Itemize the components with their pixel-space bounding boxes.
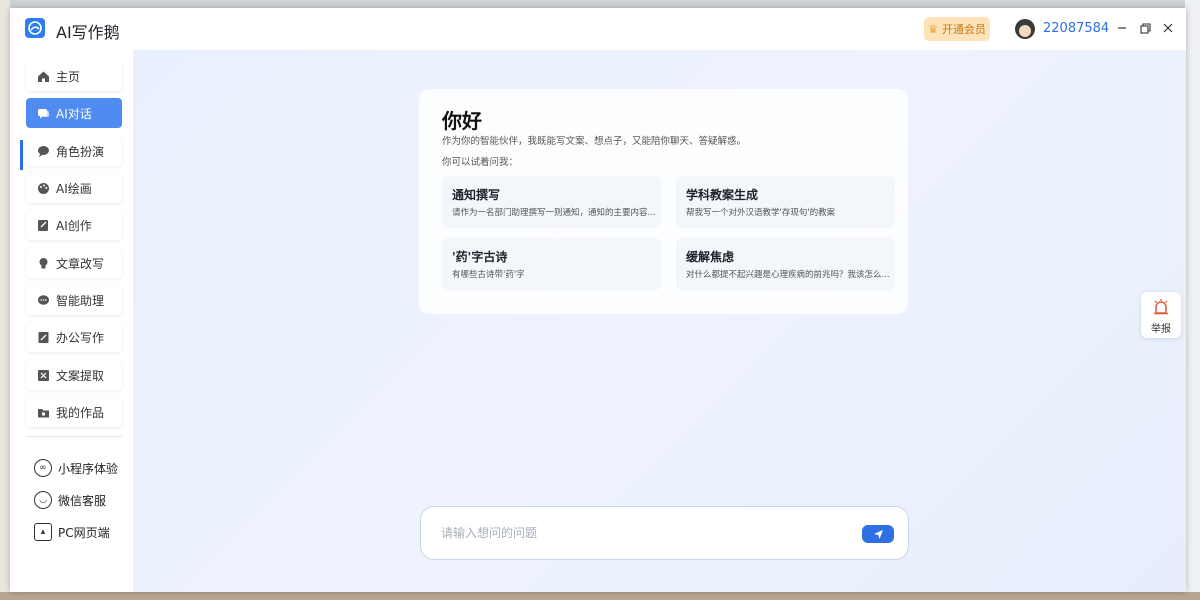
sidebar-item-office-writing[interactable]: 办公写作 [26,322,122,352]
suggestion-card[interactable]: 缓解焦虑 对什么都提不起兴趣是心理疾病的前兆吗？我该怎么... [676,238,895,290]
sidebar-item-assistant[interactable]: 智能助理 [26,285,122,315]
send-icon [873,529,883,539]
sidebar-item-home[interactable]: 主页 [26,61,122,91]
intro-text: 作为你的智能伙伴，我既能写文案、想点子，又能陪你聊天、答疑解惑。 [442,136,747,147]
sidebar-item-roleplay[interactable]: 角色扮演 [26,136,122,166]
sidebar-item-ai-painting[interactable]: AI绘画 [26,173,122,203]
user-id[interactable]: 22087584 [1043,21,1109,36]
app-window: AI写作鹅 ♛ 开通会员 22087584 主页 AI对话 角色扮演 AI绘画 … [10,8,1186,592]
app-logo-icon [25,18,45,38]
suggestion-desc: 对什么都提不起兴趣是心理疾病的前兆吗？我该怎么... [686,270,890,280]
suggestion-desc: 帮我写一个对外汉语教学'存现句'的教案 [686,208,836,218]
document-icon [36,330,50,344]
welcome-card: 你好 作为你的智能伙伴，我既能写文案、想点子，又能陪你聊天、答疑解惑。 你可以试… [419,89,908,314]
customer-service-icon: ◡ [34,491,52,509]
palette-icon [36,181,50,195]
chat-input-box [420,506,909,560]
alarm-icon [1154,299,1168,315]
minimize-icon[interactable] [1112,18,1132,38]
edit-icon [36,218,50,232]
desktop-background-left [0,0,10,600]
sidebar-item-copy-extract[interactable]: 文案提取 [26,360,122,390]
title-bar: AI写作鹅 ♛ 开通会员 22087584 [10,8,1186,50]
sidebar-item-label: AI对话 [56,106,92,121]
suggestion-card[interactable]: '药'字古诗 有哪些古诗带'药'字 [442,238,661,290]
chat-icon [36,106,50,120]
assistant-icon [36,293,50,307]
suggestion-desc: 请作为一名部门助理撰写一则通知，通知的主要内容... [452,208,656,218]
sidebar-extra-pc-web[interactable]: ▴ PC网页端 [34,521,110,543]
sidebar-item-ai-chat[interactable]: AI对话 [26,98,122,128]
active-indicator [20,140,23,170]
sidebar-divider [26,436,122,437]
extract-icon [36,368,50,382]
suggestion-desc: 有哪些古诗带'药'字 [452,270,525,280]
miniprogram-icon: ∞ [34,459,52,477]
crown-icon: ♛ [928,22,938,36]
desktop-background-bottom [0,592,1200,600]
desktop-background-right [1185,0,1200,600]
sidebar-item-label: 我的作品 [56,405,105,420]
speech-icon [36,144,50,158]
sidebar-item-label: AI创作 [56,218,92,233]
sidebar-extra-miniprogram[interactable]: ∞ 小程序体验 [34,457,118,479]
chat-main-area: 你好 作为你的智能伙伴，我既能写文案、想点子，又能陪你聊天、答疑解惑。 你可以试… [134,50,1186,592]
sidebar-item-my-works[interactable]: 我的作品 [26,397,122,427]
sidebar-item-ai-creation[interactable]: AI创作 [26,210,122,240]
sidebar-item-label: 文案提取 [56,368,105,383]
sidebar-item-label: 智能助理 [56,293,105,308]
close-icon[interactable] [1158,18,1178,38]
vip-label: 开通会员 [941,23,986,36]
greeting-title: 你好 [442,109,482,133]
sidebar-item-label: 主页 [56,69,81,84]
sidebar-extra-label: 微信客服 [58,493,107,508]
suggestion-title: '药'字古诗 [452,250,508,264]
vip-button[interactable]: ♛ 开通会员 [924,17,990,41]
sidebar-extra-wechat-service[interactable]: ◡ 微信客服 [34,489,106,511]
suggestion-card[interactable]: 学科教案生成 帮我写一个对外汉语教学'存现句'的教案 [676,176,895,228]
home-icon [36,69,50,83]
report-button[interactable]: 举报 [1141,292,1181,338]
try-label: 你可以试着问我： [442,157,519,168]
lightbulb-icon [36,256,50,270]
sidebar-item-label: AI绘画 [56,181,92,196]
suggestion-card[interactable]: 通知撰写 请作为一名部门助理撰写一则通知，通知的主要内容... [442,176,661,228]
avatar[interactable] [1015,19,1035,39]
monitor-icon: ▴ [34,523,52,541]
app-title: AI写作鹅 [56,23,120,42]
sidebar-item-label: 办公写作 [56,330,105,345]
suggestion-title: 缓解焦虑 [686,250,735,264]
send-button[interactable] [862,525,894,543]
sidebar-item-article-rewrite[interactable]: 文章改写 [26,248,122,278]
question-input[interactable] [441,523,841,543]
report-label: 举报 [1151,324,1171,335]
suggestion-title: 学科教案生成 [686,188,759,202]
sidebar-extra-label: PC网页端 [58,525,110,540]
suggestion-title: 通知撰写 [452,188,501,202]
restore-icon[interactable] [1135,18,1155,38]
folder-icon [36,405,50,419]
sidebar-extra-label: 小程序体验 [58,461,119,476]
sidebar-item-label: 角色扮演 [56,144,105,159]
sidebar: 主页 AI对话 角色扮演 AI绘画 AI创作 文章改写 智能助理 办公写作 文案… [10,50,134,592]
desktop-background-top [0,0,1200,8]
sidebar-item-label: 文章改写 [56,256,105,271]
